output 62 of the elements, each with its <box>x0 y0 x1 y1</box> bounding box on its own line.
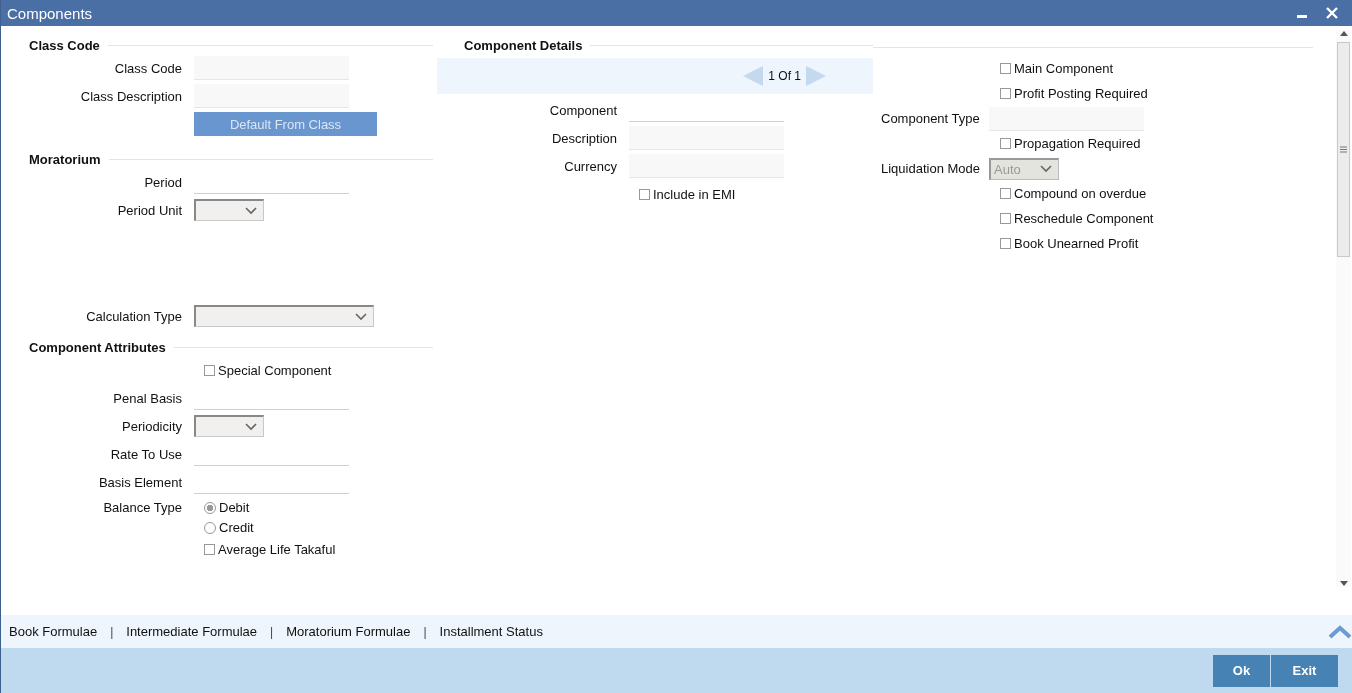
checkbox[interactable]: Profit Posting Required <box>1000 86 1148 101</box>
chevron-down-icon <box>1040 165 1052 173</box>
next-icon[interactable] <box>805 65 827 87</box>
field-label: Period <box>143 174 182 190</box>
field-label: Component Type <box>880 111 979 126</box>
chevron-down-icon <box>245 206 257 215</box>
previous-icon[interactable] <box>742 65 765 87</box>
formula-link[interactable]: Intermediate Formulae <box>126 624 258 639</box>
input-field[interactable] <box>194 56 349 80</box>
input-field[interactable] <box>194 84 349 108</box>
formula-link[interactable]: Book Formulae <box>9 624 98 639</box>
input-field[interactable] <box>629 154 784 178</box>
close-icon[interactable] <box>1326 7 1338 19</box>
radio-button[interactable]: Debit <box>204 500 254 515</box>
field-label: Balance Type <box>102 500 182 515</box>
radio-button[interactable]: Credit <box>204 520 254 535</box>
checkbox[interactable]: Include in EMI <box>639 186 736 202</box>
section-heading: Component Details <box>464 37 583 53</box>
field-label: Period Unit <box>116 202 182 218</box>
input-field[interactable] <box>989 106 1144 131</box>
field-label: Class Description <box>79 88 182 104</box>
scroll-up-icon[interactable] <box>1339 30 1348 36</box>
formula-link[interactable]: Moratorium Formulae <box>286 624 411 639</box>
separator: | <box>269 624 275 639</box>
section-heading: Component Attributes <box>29 339 166 355</box>
checkbox[interactable]: Reschedule Component <box>1000 211 1154 226</box>
chevron-down-icon <box>245 422 257 431</box>
grip-icon <box>1340 146 1347 153</box>
chevron-down-icon <box>355 312 367 321</box>
dropdown[interactable] <box>194 199 264 221</box>
field-label: Penal Basis <box>112 390 182 406</box>
field-label: Periodicity <box>121 418 182 434</box>
field-label: Rate To Use <box>109 446 182 462</box>
field-label: Calculation Type <box>85 308 182 324</box>
scrollbar-thumb[interactable] <box>1337 42 1350 257</box>
field-label: Component <box>548 102 617 118</box>
field-label: Description <box>550 130 617 146</box>
chevron-up-icon[interactable] <box>1328 624 1352 639</box>
checkbox[interactable]: Main Component <box>1000 61 1113 76</box>
page-indicator: 1 Of 1 <box>768 69 801 83</box>
section-heading: Moratorium <box>29 151 101 167</box>
separator: | <box>422 624 428 639</box>
dropdown[interactable] <box>194 305 374 327</box>
checkbox[interactable]: Compound on overdue <box>1000 186 1147 201</box>
separator: | <box>109 624 115 639</box>
action-button[interactable]: Exit <box>1271 654 1338 687</box>
input-field[interactable] <box>629 126 784 150</box>
field-label: Basis Element <box>97 474 182 490</box>
formula-link[interactable]: Installment Status <box>439 624 543 639</box>
dropdown[interactable] <box>194 415 264 437</box>
checkbox[interactable]: Propagation Required <box>1000 136 1141 151</box>
scroll-down-icon[interactable] <box>1339 581 1348 587</box>
vertical-scrollbar[interactable] <box>1336 30 1351 587</box>
checkbox[interactable]: Average Life Takaful <box>204 541 336 557</box>
field-label: Liquidation Mode <box>880 161 979 176</box>
window-title: Components <box>7 4 94 22</box>
field-label: Class Code <box>113 60 182 76</box>
field-label: Currency <box>563 158 617 174</box>
section-heading: Class Code <box>29 37 100 53</box>
action-button[interactable]: Ok <box>1213 654 1270 687</box>
checkbox[interactable]: Special Component <box>204 362 332 378</box>
checkbox[interactable]: Book Unearned Profit <box>1000 236 1139 251</box>
